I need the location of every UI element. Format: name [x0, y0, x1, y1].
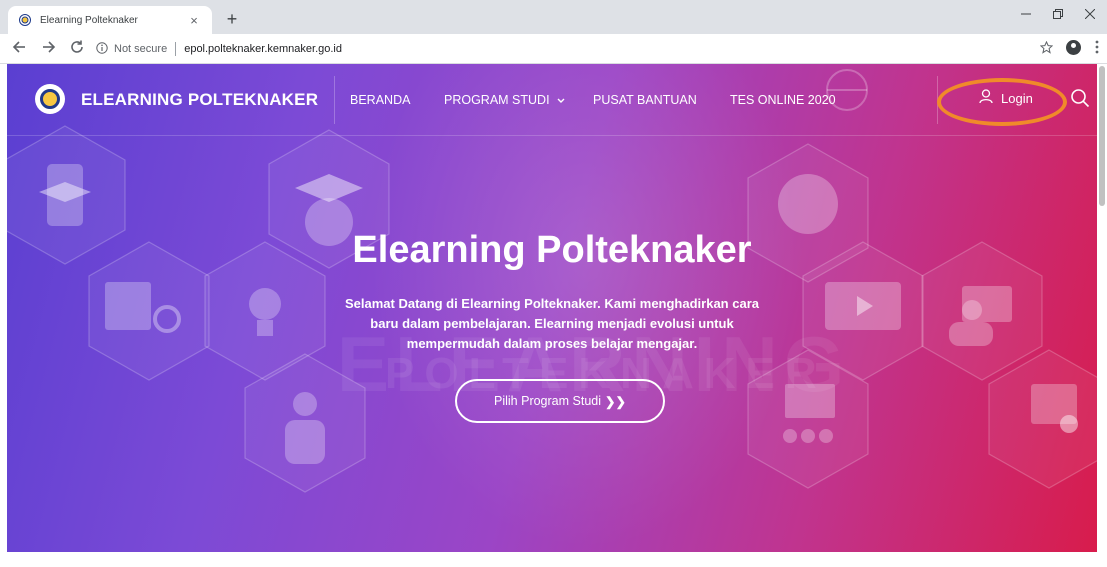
- security-label: Not secure: [114, 43, 168, 55]
- cta-label: Pilih Program Studi: [494, 394, 602, 408]
- omnibox[interactable]: Not secure epol.polteknaker.kemnaker.go.…: [96, 37, 1016, 61]
- hero-subtitle: Selamat Datang di Elearning Polteknaker.…: [345, 296, 759, 351]
- logo-emblem: [40, 89, 60, 109]
- tab-title: Elearning Polteknaker: [40, 14, 138, 26]
- site-navbar: ELEARNING POLTEKNAKER BERANDA PROGRAM ST…: [7, 64, 1097, 136]
- url-text[interactable]: epol.polteknaker.kemnaker.go.id: [184, 43, 342, 55]
- nav-item-tes-online[interactable]: TES ONLINE 2020: [730, 93, 836, 107]
- star-icon[interactable]: [1039, 40, 1054, 57]
- nav-item-program-studi[interactable]: PROGRAM STUDI: [444, 93, 565, 107]
- minimize-icon[interactable]: [1016, 6, 1036, 22]
- forward-arrow-icon[interactable]: [40, 40, 58, 58]
- reload-icon[interactable]: [68, 40, 86, 58]
- nav-item-label: PUSAT BANTUAN: [593, 93, 697, 107]
- page-scrollbar[interactable]: [1099, 66, 1105, 206]
- plus-icon[interactable]: +: [220, 8, 244, 32]
- search-icon[interactable]: [1070, 88, 1090, 113]
- login-label: Login: [1001, 90, 1033, 106]
- nav-divider: [334, 76, 335, 124]
- back-arrow-icon[interactable]: [10, 40, 28, 58]
- user-icon: [979, 89, 993, 107]
- profile-icon[interactable]: [1066, 40, 1081, 55]
- double-chevron-right-icon: ❯❯: [605, 394, 626, 409]
- menu-kebab-icon[interactable]: [1095, 40, 1099, 57]
- close-icon[interactable]: ×: [186, 13, 202, 28]
- hero-section: ELEARNING POLTEKNAKER ELEARNING POLTEKNA…: [7, 64, 1097, 552]
- nav-item-beranda[interactable]: BERANDA: [350, 93, 410, 107]
- hero-title: Elearning Polteknaker: [352, 229, 752, 271]
- brand-name[interactable]: ELEARNING POLTEKNAKER: [81, 90, 318, 110]
- nav-item-label: PROGRAM STUDI: [444, 93, 550, 107]
- info-icon[interactable]: [96, 41, 108, 57]
- omnibox-divider: [175, 42, 177, 56]
- favicon-icon: [18, 13, 32, 27]
- logo[interactable]: [35, 84, 65, 114]
- restore-icon[interactable]: [1048, 6, 1068, 22]
- nav-item-pusat-bantuan[interactable]: PUSAT BANTUAN: [593, 93, 697, 107]
- close-window-icon[interactable]: [1080, 6, 1100, 22]
- login-button[interactable]: Login: [979, 89, 1033, 107]
- chevron-down-icon: [557, 96, 565, 106]
- browser-tab-bar: Elearning Polteknaker × +: [0, 0, 1107, 34]
- nav-divider-right: [937, 76, 938, 124]
- nav-item-label: BERANDA: [350, 93, 411, 107]
- nav-item-label: TES ONLINE 2020: [730, 93, 836, 107]
- pilih-program-studi-button[interactable]: Pilih Program Studi ❯❯: [455, 379, 665, 423]
- browser-tab[interactable]: Elearning Polteknaker ×: [8, 6, 212, 34]
- browser-toolbar: Not secure epol.polteknaker.kemnaker.go.…: [0, 34, 1107, 64]
